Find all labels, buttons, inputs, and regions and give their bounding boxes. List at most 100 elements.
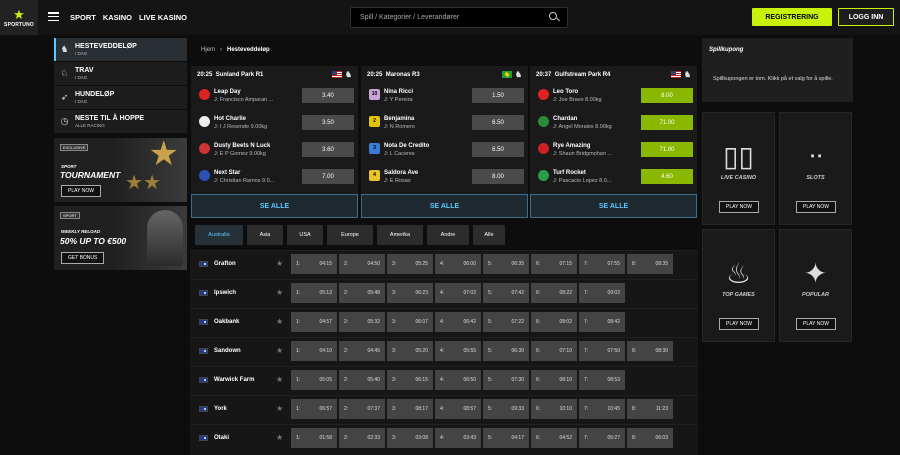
race-time-button[interactable]: 5: 07:42	[483, 283, 529, 303]
tab-andre[interactable]: Andre	[427, 225, 469, 245]
race-time-button[interactable]: 6: 08:22	[531, 283, 577, 303]
get-bonus-button[interactable]: GET BONUS	[61, 252, 105, 264]
race-time-button[interactable]: 5: 07:22	[483, 312, 529, 332]
search-input[interactable]: Spill / Kategorier / Leverandører	[350, 7, 568, 28]
race-time-button[interactable]: 2: 07:37	[339, 399, 385, 419]
race-time-button[interactable]: 4: 05:55	[435, 341, 481, 361]
star-icon[interactable]: ★	[276, 259, 283, 268]
race-time-button[interactable]: 3: 06:07	[387, 312, 433, 332]
race-time-button[interactable]: 2: 04:45	[339, 341, 385, 361]
race-time-button[interactable]: 7: 05:27	[579, 428, 625, 448]
race-time-button[interactable]: 7: 08:53	[579, 370, 625, 390]
tab-amerika[interactable]: Amerika	[377, 225, 423, 245]
race-time-button[interactable]: 1: 05:13	[291, 283, 337, 303]
race-time-button[interactable]: 8: 06:03	[627, 428, 673, 448]
race-time-button[interactable]: 5: 06:30	[483, 341, 529, 361]
casino-tile-slots[interactable]: ᐧᐧ SLOTS PLAY NOW	[779, 112, 852, 225]
race-time-button[interactable]: 5: 09:33	[483, 399, 529, 419]
race-time-button[interactable]: 4: 06:00	[435, 254, 481, 274]
tab-europe[interactable]: Europe	[327, 225, 373, 245]
race-time-button[interactable]: 6: 08:10	[531, 370, 577, 390]
race-time-button[interactable]: 8: 08:30	[627, 341, 673, 361]
race-time-button[interactable]: 7: 09:02	[579, 283, 625, 303]
race-time-button[interactable]: 6: 08:02	[531, 312, 577, 332]
race-time-button[interactable]: 7: 10:45	[579, 399, 625, 419]
race-time-button[interactable]: 2: 02:33	[339, 428, 385, 448]
sidebar-item-hundelop[interactable]: ➶ HUNDELØP I DAG	[54, 86, 187, 109]
odds-button[interactable]: 4.60	[641, 169, 693, 184]
see-all-button[interactable]: SE ALLE	[361, 194, 528, 218]
odds-button[interactable]: 3.50	[302, 115, 354, 130]
see-all-button[interactable]: SE ALLE	[530, 194, 697, 218]
sidebar-item-trav[interactable]: ♘ TRAV I DAG	[54, 62, 187, 85]
odds-button[interactable]: 8.00	[472, 169, 524, 184]
odds-button[interactable]: 7.00	[302, 169, 354, 184]
star-icon[interactable]: ★	[276, 288, 283, 297]
star-icon[interactable]: ★	[276, 375, 283, 384]
login-button[interactable]: LOGG INN	[838, 8, 894, 26]
venue-name[interactable]: Ipswich	[214, 290, 236, 296]
odds-button[interactable]: 8.00	[641, 88, 693, 103]
logo[interactable]: ★ SPORTUNO	[0, 0, 38, 35]
race-time-button[interactable]: 3: 06:15	[387, 370, 433, 390]
race-time-button[interactable]: 4: 06:50	[435, 370, 481, 390]
race-time-button[interactable]: 3: 05:25	[387, 254, 433, 274]
race-time-button[interactable]: 1: 04:57	[291, 312, 337, 332]
race-time-button[interactable]: 5: 07:30	[483, 370, 529, 390]
race-time-button[interactable]: 8: 11:23	[627, 399, 673, 419]
race-time-button[interactable]: 6: 07:15	[531, 254, 577, 274]
play-now-button[interactable]: PLAY NOW	[796, 318, 836, 330]
breadcrumb-home[interactable]: Hjem	[201, 47, 215, 53]
race-time-button[interactable]: 1: 01:58	[291, 428, 337, 448]
search-icon[interactable]	[549, 12, 557, 20]
race-time-button[interactable]: 3: 03:08	[387, 428, 433, 448]
venue-name[interactable]: Oakbank	[214, 319, 239, 325]
menu-icon[interactable]	[48, 12, 59, 21]
tab-australia[interactable]: Australia	[195, 225, 243, 245]
promo-tournament[interactable]: EXCLUSIVE SPORT TOURNAMENT PLAY NOW ★ ★★	[54, 138, 187, 202]
race-time-button[interactable]: 2: 04:50	[339, 254, 385, 274]
race-time-button[interactable]: 1: 06:57	[291, 399, 337, 419]
odds-button[interactable]: 6.50	[472, 142, 524, 157]
tab-usa[interactable]: USA	[287, 225, 323, 245]
tab-asia[interactable]: Asia	[247, 225, 283, 245]
race-time-button[interactable]: 1: 04:10	[291, 341, 337, 361]
race-time-button[interactable]: 3: 08:17	[387, 399, 433, 419]
star-icon[interactable]: ★	[276, 433, 283, 442]
sidebar-item-neste-til-a-hoppe[interactable]: ◷ NESTE TIL Å HOPPE ALLE RACING	[54, 110, 187, 133]
race-time-button[interactable]: 7: 08:42	[579, 312, 625, 332]
casino-tile-popular[interactable]: ✦ POPULAR PLAY NOW	[779, 229, 852, 342]
race-time-button[interactable]: 6: 07:10	[531, 341, 577, 361]
star-icon[interactable]: ★	[276, 404, 283, 413]
odds-button[interactable]: 6.50	[472, 115, 524, 130]
odds-button[interactable]: 1.50	[472, 88, 524, 103]
sidebar-item-hesteveddelop[interactable]: ♞ HESTEVEDDELØP I DAG	[54, 38, 187, 61]
odds-button[interactable]: 3.60	[302, 142, 354, 157]
play-now-button[interactable]: PLAY NOW	[719, 318, 759, 330]
venue-name[interactable]: Grafton	[214, 261, 236, 267]
play-now-button[interactable]: PLAY NOW	[719, 201, 759, 213]
odds-button[interactable]: 71.00	[641, 115, 693, 130]
race-time-button[interactable]: 4: 07:02	[435, 283, 481, 303]
race-time-button[interactable]: 7: 07:55	[579, 254, 625, 274]
nav-sport[interactable]: SPORT	[70, 13, 96, 22]
venue-name[interactable]: Warwick Farm	[214, 377, 254, 383]
race-time-button[interactable]: 2: 05:32	[339, 312, 385, 332]
race-time-button[interactable]: 5: 04:17	[483, 428, 529, 448]
race-time-button[interactable]: 2: 05:48	[339, 283, 385, 303]
venue-name[interactable]: Sandown	[214, 348, 241, 354]
race-time-button[interactable]: 6: 04:52	[531, 428, 577, 448]
race-time-button[interactable]: 3: 05:20	[387, 341, 433, 361]
nav-live-kasino[interactable]: LIVE KASINO	[139, 13, 187, 22]
race-time-button[interactable]: 1: 04:15	[291, 254, 337, 274]
race-time-button[interactable]: 7: 07:50	[579, 341, 625, 361]
venue-name[interactable]: York	[214, 406, 227, 412]
promo-weekly-reload[interactable]: SPORT WEEKLY RELOAD 50% UP TO €500 GET B…	[54, 206, 187, 270]
odds-button[interactable]: 71.00	[641, 142, 693, 157]
race-time-button[interactable]: 8: 08:35	[627, 254, 673, 274]
race-time-button[interactable]: 1: 05:05	[291, 370, 337, 390]
race-time-button[interactable]: 5: 06:35	[483, 254, 529, 274]
nav-kasino[interactable]: KASINO	[103, 13, 132, 22]
casino-tile-live-casino[interactable]: ▯▯ LIVE CASINO PLAY NOW	[702, 112, 775, 225]
race-time-button[interactable]: 4: 06:42	[435, 312, 481, 332]
